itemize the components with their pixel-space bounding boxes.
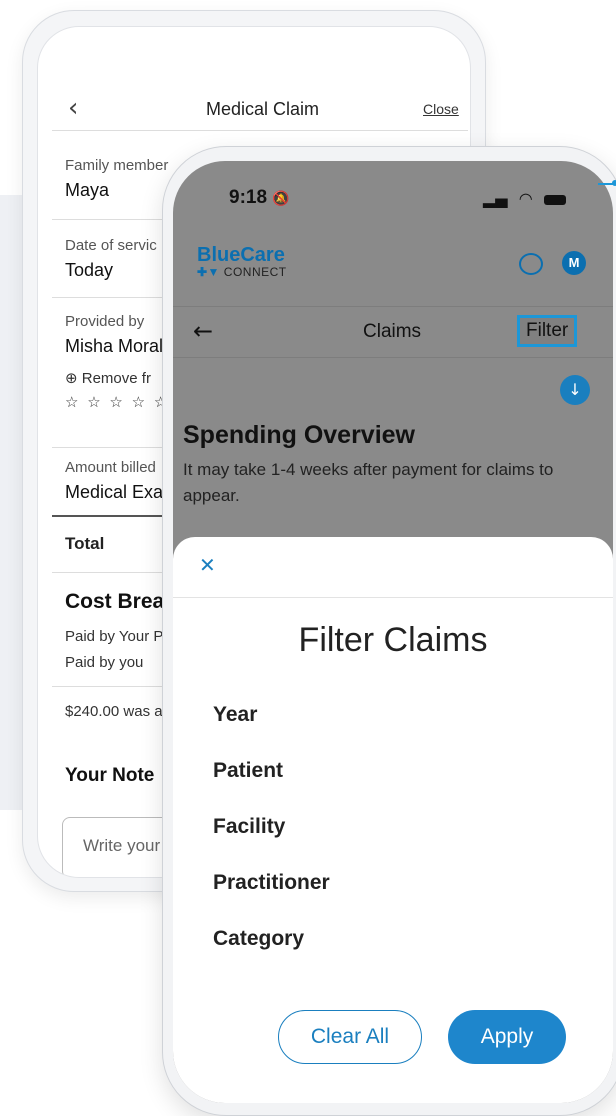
battery-icon — [543, 194, 566, 205]
filter-option-facility[interactable]: Facility — [213, 815, 285, 839]
apply-button[interactable]: Apply — [448, 1010, 566, 1064]
status-time: 9:18 🔕 — [229, 187, 290, 209]
avatar[interactable]: M — [562, 251, 586, 275]
front-phone: 9:18 🔕 ▂▄ ◠ BlueCare ✚▼ CONNECT M ← Clai… — [162, 146, 616, 1116]
bell-slash-icon: 🔕 — [272, 190, 290, 206]
filter-option-practitioner[interactable]: Practitioner — [213, 871, 330, 895]
download-icon[interactable]: ↓ — [560, 375, 590, 405]
filter-option-patient[interactable]: Patient — [213, 759, 283, 783]
brand-sub-text: CONNECT — [223, 265, 287, 279]
back-arrow-icon[interactable]: ← — [193, 317, 213, 345]
brand-sub: ✚▼ CONNECT — [197, 265, 287, 279]
claims-screen: 9:18 🔕 ▂▄ ◠ BlueCare ✚▼ CONNECT M ← Clai… — [173, 161, 613, 1103]
status-bar: 9:18 🔕 ▂▄ ◠ — [173, 187, 613, 213]
clear-all-button[interactable]: Clear All — [278, 1010, 422, 1064]
status-icons: ▂▄ ◠ — [483, 189, 566, 208]
medical-claim-header: ‹ Medical Claim Close — [38, 87, 470, 127]
filter-option-category[interactable]: Category — [213, 927, 304, 951]
signal-icon: ▂▄ — [483, 189, 508, 208]
brand-name: BlueCare — [197, 244, 285, 266]
time-text: 9:18 — [229, 187, 268, 208]
chat-bubble-icon[interactable] — [519, 253, 543, 275]
plus-shield-icon: ✚▼ — [197, 265, 220, 279]
spending-overview-title: Spending Overview — [183, 421, 416, 449]
wifi-icon: ◠ — [518, 189, 533, 208]
divider — [52, 130, 468, 131]
plus-circle-icon: ⊕ — [65, 369, 78, 387]
filter-option-year[interactable]: Year — [213, 703, 257, 727]
close-link[interactable]: Close — [423, 101, 459, 117]
filter-claims-title: Filter Claims — [298, 621, 488, 659]
back-chevron-icon[interactable]: ‹ — [68, 93, 78, 123]
bluecare-logo[interactable]: BlueCare ✚▼ CONNECT — [197, 245, 287, 279]
claims-nav-bar: ← Claims Filter — [173, 306, 613, 358]
filter-button[interactable]: Filter — [517, 315, 578, 347]
remove-label: Remove fr — [81, 370, 151, 387]
filter-callout-dot — [612, 180, 616, 186]
spending-overview-text: It may take 1-4 weeks after payment for … — [183, 460, 554, 505]
close-icon[interactable]: ✕ — [199, 553, 216, 577]
notes-placeholder: Write your — [83, 836, 161, 855]
divider — [173, 597, 613, 598]
medical-claim-title: Medical Claim — [206, 99, 320, 119]
filter-claims-sheet: ✕ Filter Claims Year Patient Facility Pr… — [173, 537, 613, 1103]
claims-title: Claims — [363, 321, 422, 342]
